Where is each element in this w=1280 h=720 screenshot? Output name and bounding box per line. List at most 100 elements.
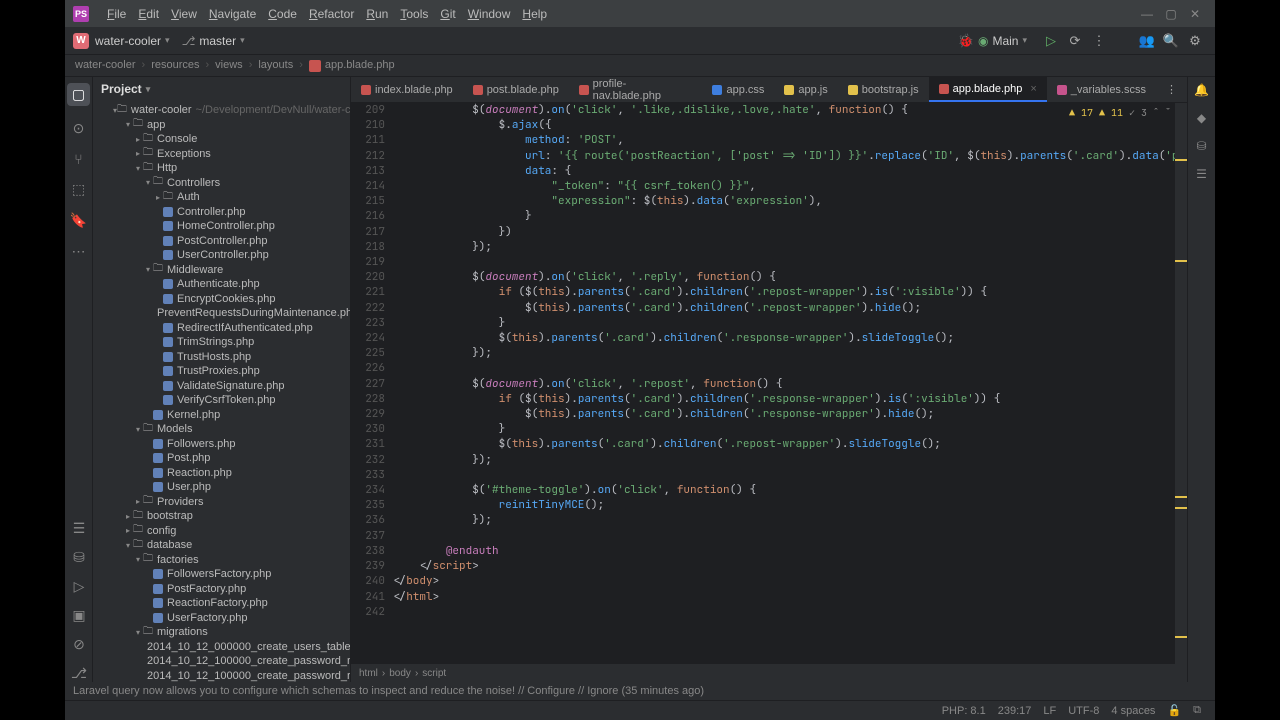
tip-bar[interactable]: Laravel query now allows you to configur… xyxy=(65,682,1215,700)
menu-view[interactable]: View xyxy=(165,7,203,21)
code-content[interactable]: $(document).on('click', '.like,.dislike,… xyxy=(393,103,1175,664)
tree-file[interactable]: User.php xyxy=(93,480,350,495)
breadcrumb-item[interactable]: water-cooler xyxy=(75,59,136,71)
commit-tool-icon[interactable]: ⊙ xyxy=(73,120,85,137)
tree-file[interactable]: EncryptCookies.php xyxy=(93,292,350,307)
database-right-icon[interactable]: ⛁ xyxy=(1196,139,1206,153)
breadcrumb-item[interactable]: resources xyxy=(151,59,199,71)
structure-crumb[interactable]: script xyxy=(422,668,446,679)
tree-file[interactable]: Followers.php xyxy=(93,437,350,452)
tree-file[interactable]: RedirectIfAuthenticated.php xyxy=(93,321,350,336)
tree-folder[interactable]: ▾🗀migrations xyxy=(93,625,350,640)
close-button[interactable]: ✕ xyxy=(1183,7,1207,21)
menu-refactor[interactable]: Refactor xyxy=(303,7,360,21)
tree-folder[interactable]: ▾🗀Http xyxy=(93,161,350,176)
menu-edit[interactable]: Edit xyxy=(132,7,165,21)
caret-position[interactable]: 239:17 xyxy=(998,705,1032,717)
code-with-me-icon[interactable]: 👥 xyxy=(1135,33,1159,49)
debug-icon[interactable]: 🐞 xyxy=(954,33,978,49)
maximize-button[interactable]: ▢ xyxy=(1159,7,1183,21)
tree-file[interactable]: HomeController.php xyxy=(93,219,350,234)
settings-icon[interactable]: ⚙ xyxy=(1183,33,1207,49)
editor-tab[interactable]: index.blade.php xyxy=(351,77,463,102)
editor-tab[interactable]: app.css xyxy=(702,77,774,102)
editor-tab[interactable]: app.blade.php× xyxy=(929,77,1047,102)
tree-file[interactable]: 2014_10_12_100000_create_password_rese xyxy=(93,654,350,669)
tree-file[interactable]: FollowersFactory.php xyxy=(93,567,350,582)
chevron-up-icon[interactable]: ˆ xyxy=(1153,105,1159,120)
tree-folder[interactable]: ▾🗀factories xyxy=(93,553,350,568)
more-actions-icon[interactable]: ⋮ xyxy=(1087,33,1111,49)
menu-window[interactable]: Window xyxy=(462,7,517,21)
terminal-tool-icon[interactable]: ▣ xyxy=(72,607,85,624)
ai-assistant-icon[interactable]: ◆ xyxy=(1197,111,1206,125)
notifications-icon[interactable]: 🔔 xyxy=(1194,83,1209,97)
tree-file[interactable]: TrustProxies.php xyxy=(93,364,350,379)
more-tool-icon[interactable]: ⋯ xyxy=(72,243,86,260)
tree-file[interactable]: UserFactory.php xyxy=(93,611,350,626)
indent-setting[interactable]: 4 spaces xyxy=(1111,705,1155,717)
inspection-summary[interactable]: ▲ 17 ▲ 11 ✓ 3 ˆ ˇ xyxy=(1069,105,1171,120)
vcs-tool-icon[interactable]: ⎇ xyxy=(71,665,87,682)
editor-tab[interactable]: _variables.scss xyxy=(1047,77,1156,102)
chevron-down-icon[interactable]: ˇ xyxy=(1165,105,1171,120)
php-version[interactable]: PHP: 8.1 xyxy=(942,705,986,717)
editor-tab[interactable]: bootstrap.js xyxy=(838,77,929,102)
todo-tool-icon[interactable]: ☰ xyxy=(73,520,86,537)
code-editor[interactable]: 209 210 211 212 213 214 215 216 217 218 … xyxy=(351,103,1187,664)
tree-file[interactable]: Post.php xyxy=(93,451,350,466)
tree-folder[interactable]: ▾🗀Middleware xyxy=(93,263,350,278)
run-button[interactable]: ▷ xyxy=(1039,33,1063,49)
breadcrumb-item[interactable]: views xyxy=(215,59,243,71)
editor-tab[interactable]: profile-nav.blade.php xyxy=(569,77,703,102)
tree-file[interactable]: ReactionFactory.php xyxy=(93,596,350,611)
tree-file[interactable]: Reaction.php xyxy=(93,466,350,481)
error-stripe[interactable] xyxy=(1175,103,1187,664)
tree-folder[interactable]: ▸🗀config xyxy=(93,524,350,539)
tree-file[interactable]: PreventRequestsDuringMaintenance.ph xyxy=(93,306,350,321)
project-selector[interactable]: W water-cooler ▾ xyxy=(73,33,170,49)
menu-git[interactable]: Git xyxy=(434,7,461,21)
database-tool-icon[interactable]: ⛁ xyxy=(73,549,85,566)
services-tool-icon[interactable]: ▷ xyxy=(74,578,85,595)
readonly-lock-icon[interactable]: 🔓 xyxy=(1167,704,1181,717)
tree-folder[interactable]: ▸🗀Providers xyxy=(93,495,350,510)
search-icon[interactable]: 🔍 xyxy=(1159,33,1183,49)
tree-file[interactable]: ValidateSignature.php xyxy=(93,379,350,394)
tree-file[interactable]: Controller.php xyxy=(93,205,350,220)
tree-file[interactable]: TrimStrings.php xyxy=(93,335,350,350)
project-tree[interactable]: ▾🗀water-cooler~/Development/DevNull/wate… xyxy=(93,101,350,682)
tree-file[interactable]: UserController.php xyxy=(93,248,350,263)
structure-crumb[interactable]: html xyxy=(359,668,378,679)
tree-file[interactable]: 2014_10_12_000000_create_users_table.ph xyxy=(93,640,350,655)
git-branch-selector[interactable]: ⎇ master ▾ xyxy=(182,34,245,48)
line-ending[interactable]: LF xyxy=(1043,705,1056,717)
breadcrumb-item[interactable]: layouts xyxy=(258,59,293,71)
run-config-selector[interactable]: ◉ Main ▾ xyxy=(978,34,1027,48)
menu-code[interactable]: Code xyxy=(262,7,303,21)
menu-run[interactable]: Run xyxy=(360,7,394,21)
menu-tools[interactable]: Tools xyxy=(394,7,434,21)
project-tool-icon[interactable]: ▢ xyxy=(67,83,90,106)
structure-breadcrumbs[interactable]: html›body›script xyxy=(351,664,1187,682)
structure-tool-icon[interactable]: ⬚ xyxy=(72,181,85,198)
tree-file[interactable]: VerifyCsrfToken.php xyxy=(93,393,350,408)
tree-folder[interactable]: ▸🗀bootstrap xyxy=(93,509,350,524)
project-panel-header[interactable]: Project ▾ xyxy=(93,77,350,101)
tree-folder[interactable]: ▸🗀Auth xyxy=(93,190,350,205)
tree-folder[interactable]: ▸🗀Exceptions xyxy=(93,147,350,162)
remote-host-icon[interactable]: ☰ xyxy=(1196,167,1207,181)
tree-folder[interactable]: ▾🗀water-cooler~/Development/DevNull/wate… xyxy=(93,103,350,118)
structure-crumb[interactable]: body xyxy=(389,668,411,679)
tree-folder[interactable]: ▾🗀app xyxy=(93,118,350,133)
menu-navigate[interactable]: Navigate xyxy=(203,7,262,21)
tree-folder[interactable]: ▸🗀Console xyxy=(93,132,350,147)
minimize-button[interactable]: — xyxy=(1135,7,1159,21)
tree-file[interactable]: TrustHosts.php xyxy=(93,350,350,365)
close-tab-icon[interactable]: × xyxy=(1030,83,1036,95)
pull-requests-icon[interactable]: ⑂ xyxy=(74,151,82,167)
problems-tool-icon[interactable]: ⊘ xyxy=(73,636,85,653)
tree-file[interactable]: 2014_10_12_100000_create_password_rese xyxy=(93,669,350,683)
tree-folder[interactable]: ▾🗀database xyxy=(93,538,350,553)
tree-file[interactable]: PostController.php xyxy=(93,234,350,249)
